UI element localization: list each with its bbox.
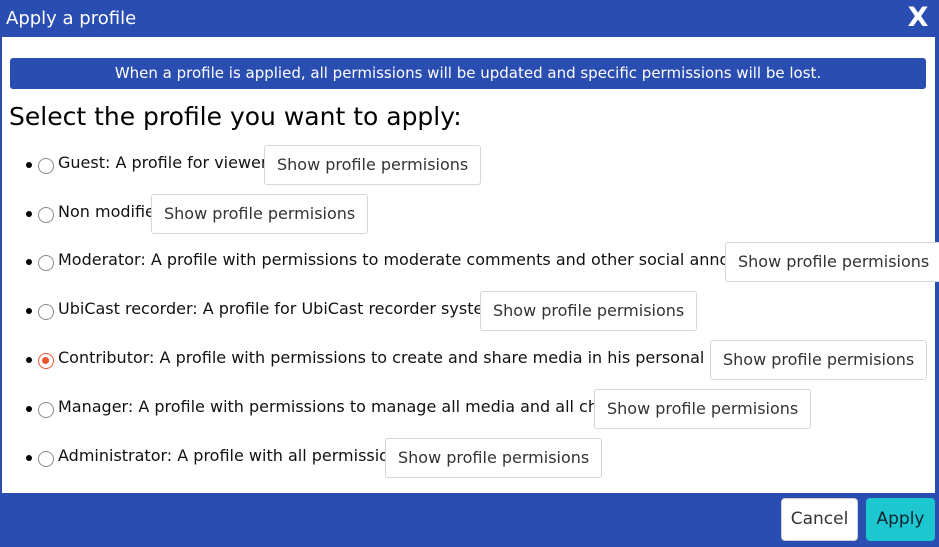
profile-label[interactable]: Non modifie [58, 201, 155, 223]
show-permissions-button-manager[interactable]: Show profile permisions [594, 389, 812, 429]
profile-list: Guest: A profile for viewers. Show profi… [2, 37, 939, 493]
cancel-button[interactable]: Cancel [781, 498, 858, 541]
profile-item-guest: Guest: A profile for viewers. Show profi… [2, 145, 935, 185]
dialog-title: Apply a profile [6, 8, 137, 29]
profile-item-ubicast-recorder: UbiCast recorder: A profile for UbiCast … [2, 291, 935, 331]
list-bullet [26, 162, 32, 168]
list-bullet [26, 211, 32, 217]
profile-radio-non-modifie[interactable] [38, 207, 54, 223]
list-bullet [26, 357, 32, 363]
profile-item-moderator: Moderator: A profile with permissions to… [2, 242, 939, 282]
show-permissions-button-administrator[interactable]: Show profile permisions [385, 438, 603, 478]
profile-label[interactable]: Guest: A profile for viewers. [58, 152, 281, 174]
profile-label[interactable]: UbiCast recorder: A profile for UbiCast … [58, 298, 512, 320]
dialog-titlebar: Apply a profile X [0, 0, 939, 37]
profile-item-manager: Manager: A profile with permissions to m… [2, 389, 935, 429]
profile-radio-contributor[interactable] [38, 353, 54, 369]
profile-label[interactable]: Moderator: A profile with permissions to… [58, 249, 789, 271]
profile-label[interactable]: Administrator: A profile with all permis… [58, 445, 413, 467]
profile-radio-guest[interactable] [38, 158, 54, 174]
close-icon[interactable]: X [905, 3, 931, 33]
profile-label[interactable]: Contributor: A profile with permissions … [58, 347, 778, 369]
profile-radio-ubicast-recorder[interactable] [38, 304, 54, 320]
show-permissions-button-guest[interactable]: Show profile permisions [264, 145, 482, 185]
show-permissions-button-contributor[interactable]: Show profile permisions [710, 340, 928, 380]
profile-radio-administrator[interactable] [38, 451, 54, 467]
list-bullet [26, 455, 32, 461]
show-permissions-button-ubicast-recorder[interactable]: Show profile permisions [480, 291, 698, 331]
list-bullet [26, 259, 32, 265]
list-bullet [26, 308, 32, 314]
profile-item-non-modifie: Non modifie Show profile permisions [2, 194, 935, 234]
apply-profile-dialog: Apply a profile X When a profile is appl… [0, 0, 939, 547]
apply-button[interactable]: Apply [866, 498, 935, 541]
show-permissions-button-non-modifie[interactable]: Show profile permisions [151, 194, 369, 234]
profile-item-contributor: Contributor: A profile with permissions … [2, 340, 935, 380]
profile-label[interactable]: Manager: A profile with permissions to m… [58, 396, 656, 418]
dialog-body: When a profile is applied, all permissio… [2, 37, 939, 493]
profile-radio-manager[interactable] [38, 402, 54, 418]
profile-radio-moderator[interactable] [38, 255, 54, 271]
list-bullet [26, 406, 32, 412]
profile-item-administrator: Administrator: A profile with all permis… [2, 438, 935, 478]
show-permissions-button-moderator[interactable]: Show profile permisions [725, 242, 939, 282]
